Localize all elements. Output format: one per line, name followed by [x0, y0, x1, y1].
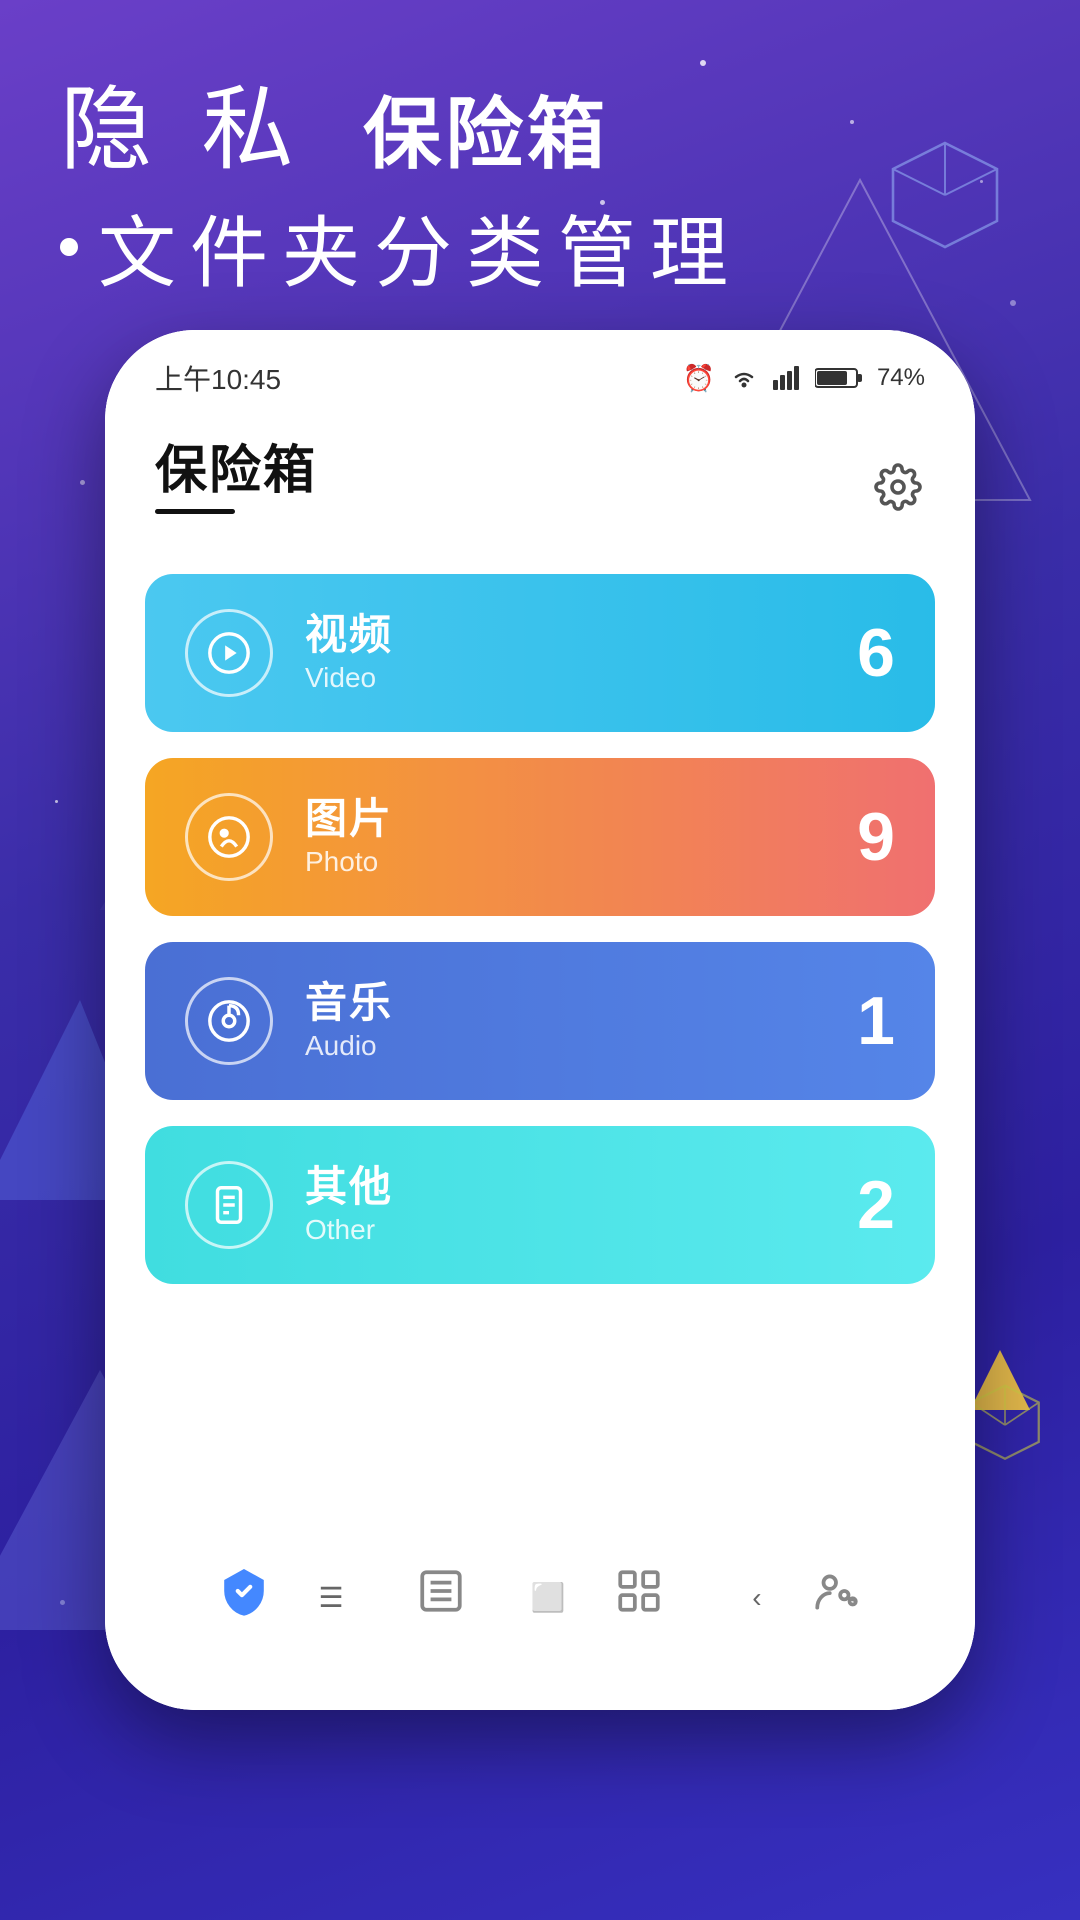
- audio-count: 1: [857, 982, 895, 1060]
- audio-text: 音乐 Audio: [305, 980, 857, 1062]
- battery-percentage: 74%: [877, 364, 925, 392]
- phone-screen: 上午10:45 ⏰: [105, 330, 975, 1710]
- header-privacy: 隐 私: [60, 79, 306, 181]
- photo-name-zh: 图片: [305, 796, 857, 842]
- video-count: 6: [857, 614, 895, 692]
- other-card[interactable]: 其他 Other 2: [145, 1126, 935, 1284]
- signal-icon: [773, 366, 801, 390]
- content-spacer: [105, 1340, 975, 1710]
- other-name-en: Other: [305, 1214, 857, 1246]
- video-card[interactable]: 视频 Video 6: [145, 574, 935, 732]
- other-icon-circle: [185, 1161, 273, 1249]
- android-nav: ☰ ⬜ ‹: [105, 1581, 975, 1614]
- android-back-btn[interactable]: ‹: [752, 1582, 761, 1614]
- other-name-zh: 其他: [305, 1164, 857, 1210]
- photo-name-en: Photo: [305, 846, 857, 878]
- photo-count: 9: [857, 798, 895, 876]
- status-bar: 上午10:45 ⏰: [105, 330, 975, 408]
- photo-card[interactable]: 图片 Photo 9: [145, 758, 935, 916]
- photo-text: 图片 Photo: [305, 796, 857, 878]
- other-text: 其他 Other: [305, 1164, 857, 1246]
- audio-icon-circle: [185, 977, 273, 1065]
- battery-icon: [815, 366, 863, 390]
- video-text: 视频 Video: [305, 612, 857, 694]
- app-title: 保险箱: [155, 428, 317, 503]
- bullet-dot: [60, 238, 78, 256]
- header-safe: 保险箱: [363, 90, 609, 178]
- bottom-nav: ☰ ⬜ ‹: [105, 1542, 975, 1630]
- header-subtitle: 文件夹分类管理: [98, 191, 742, 303]
- cards-container: 视频 Video 6 图片 Photo 9: [105, 544, 975, 1340]
- photo-icon-circle: [185, 793, 273, 881]
- app-title-underline: [155, 509, 235, 514]
- audio-name-en: Audio: [305, 1030, 857, 1062]
- video-name-en: Video: [305, 662, 857, 694]
- video-icon-circle: [185, 609, 273, 697]
- android-home-btn[interactable]: ⬜: [530, 1581, 565, 1614]
- alarm-icon: ⏰: [683, 363, 715, 394]
- audio-card[interactable]: 音乐 Audio 1: [145, 942, 935, 1100]
- audio-name-zh: 音乐: [305, 980, 857, 1026]
- header-line1: 隐 私 保险箱: [60, 80, 742, 181]
- app-title-container: 保险箱: [155, 428, 317, 514]
- android-menu-btn[interactable]: ☰: [318, 1581, 343, 1614]
- header-section: 隐 私 保险箱 文件夹分类管理: [60, 80, 742, 303]
- status-time: 上午10:45: [155, 358, 281, 398]
- phone-mockup: 上午10:45 ⏰: [105, 330, 975, 1710]
- status-icons: ⏰: [683, 363, 925, 394]
- wifi-icon: [729, 366, 759, 390]
- settings-button[interactable]: [871, 460, 925, 514]
- header-line2: 文件夹分类管理: [60, 191, 742, 303]
- app-header: 保险箱: [105, 408, 975, 544]
- other-count: 2: [857, 1166, 895, 1244]
- video-name-zh: 视频: [305, 612, 857, 658]
